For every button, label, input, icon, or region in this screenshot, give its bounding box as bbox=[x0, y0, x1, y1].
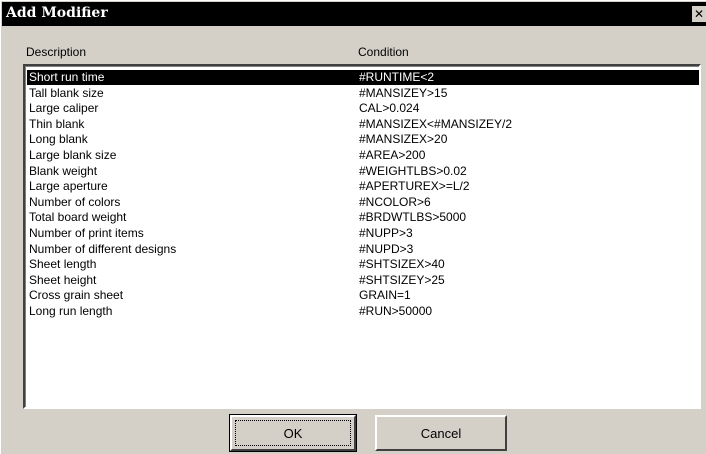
modifier-description: Large aperture bbox=[29, 179, 108, 194]
focus-rectangle bbox=[235, 420, 351, 446]
modifier-description: Long run length bbox=[29, 304, 113, 318]
list-item[interactable]: Sheet height #SHTSIZEY>25 bbox=[27, 273, 699, 288]
modifier-condition: #NUPD>3 bbox=[359, 241, 414, 256]
modifier-description: Blank weight bbox=[29, 163, 98, 178]
list-item[interactable]: Blank weight #WEIGHTLBS>0.02 bbox=[27, 164, 699, 179]
list-item[interactable]: Long blank #MANSIZEX>20 bbox=[27, 132, 699, 147]
modifier-description: Number of different designs bbox=[29, 241, 177, 256]
close-icon[interactable]: ✕ bbox=[692, 6, 706, 22]
modifier-description: Large blank size bbox=[29, 148, 117, 162]
modifier-condition: #BRDWTLBS>5000 bbox=[359, 210, 467, 225]
modifier-description: Number of print items bbox=[29, 226, 144, 240]
modifier-condition: #MANSIZEX<#MANSIZEY/2 bbox=[359, 116, 513, 131]
dialog-title: Add Modifier bbox=[6, 5, 108, 21]
modifier-condition: CAL>0.024 bbox=[359, 101, 420, 116]
ok-button[interactable]: OK bbox=[229, 414, 357, 452]
list-item[interactable]: Sheet length #SHTSIZEX>40 bbox=[27, 257, 699, 272]
modifier-description: Tall blank size bbox=[29, 85, 104, 100]
list-item[interactable]: Tall blank size #MANSIZEY>15 bbox=[27, 86, 699, 101]
list-item[interactable]: Cross grain sheet GRAIN=1 bbox=[27, 288, 699, 303]
modifier-condition: #SHTSIZEY>25 bbox=[359, 272, 445, 287]
column-header-condition: Condition bbox=[358, 45, 409, 59]
modifier-description: Thin blank bbox=[29, 116, 85, 131]
list-item[interactable]: Number of print items #NUPP>3 bbox=[27, 226, 699, 241]
column-header-description: Description bbox=[26, 45, 87, 59]
list-item[interactable]: Large caliper CAL>0.024 bbox=[27, 101, 699, 116]
cancel-button[interactable]: Cancel bbox=[375, 415, 507, 451]
modifier-description: Large caliper bbox=[29, 101, 99, 116]
modifier-condition: #NUPP>3 bbox=[359, 226, 413, 240]
cancel-button-label: Cancel bbox=[420, 425, 462, 441]
modifier-description: Long blank bbox=[29, 132, 88, 147]
modifier-condition: #RUN>50000 bbox=[359, 304, 433, 318]
list-item[interactable]: Short run time #RUNTIME<2 bbox=[27, 70, 699, 85]
modifier-condition: #SHTSIZEX>40 bbox=[359, 257, 445, 272]
modifier-condition: #AREA>200 bbox=[359, 148, 426, 162]
list-item[interactable]: Number of different designs #NUPD>3 bbox=[27, 242, 699, 257]
list-item[interactable]: Large aperture #APERTUREX>=L/2 bbox=[27, 179, 699, 194]
modifier-description: Sheet length bbox=[29, 257, 97, 272]
modifier-condition: #APERTUREX>=L/2 bbox=[359, 179, 470, 194]
list-item[interactable]: Large blank size #AREA>200 bbox=[27, 148, 699, 163]
title-bar[interactable]: Add Modifier ✕ bbox=[2, 2, 706, 26]
list-item[interactable]: Number of colors #NCOLOR>6 bbox=[27, 195, 699, 210]
list-item[interactable]: Total board weight #BRDWTLBS>5000 bbox=[27, 210, 699, 225]
modifier-description: Short run time bbox=[29, 70, 105, 84]
modifier-description: Sheet height bbox=[29, 272, 97, 287]
modifier-condition: #WEIGHTLBS>0.02 bbox=[359, 163, 467, 178]
modifier-condition: #NCOLOR>6 bbox=[359, 194, 431, 209]
add-modifier-dialog: Add Modifier ✕ Description Condition Sho… bbox=[0, 0, 706, 454]
modifier-condition: #RUNTIME<2 bbox=[359, 70, 435, 84]
list-item[interactable]: Thin blank #MANSIZEX<#MANSIZEY/2 bbox=[27, 117, 699, 132]
modifier-condition: #MANSIZEX>20 bbox=[359, 132, 448, 147]
modifier-description: Cross grain sheet bbox=[29, 288, 124, 303]
modifier-condition: GRAIN=1 bbox=[359, 288, 411, 303]
modifier-description: Number of colors bbox=[29, 194, 121, 209]
modifier-description: Total board weight bbox=[29, 210, 127, 225]
list-item[interactable]: Long run length #RUN>50000 bbox=[27, 304, 699, 319]
modifier-list[interactable]: Short run time #RUNTIME<2 Tall blank size #… bbox=[23, 64, 701, 409]
modifier-condition: #MANSIZEY>15 bbox=[359, 85, 448, 100]
